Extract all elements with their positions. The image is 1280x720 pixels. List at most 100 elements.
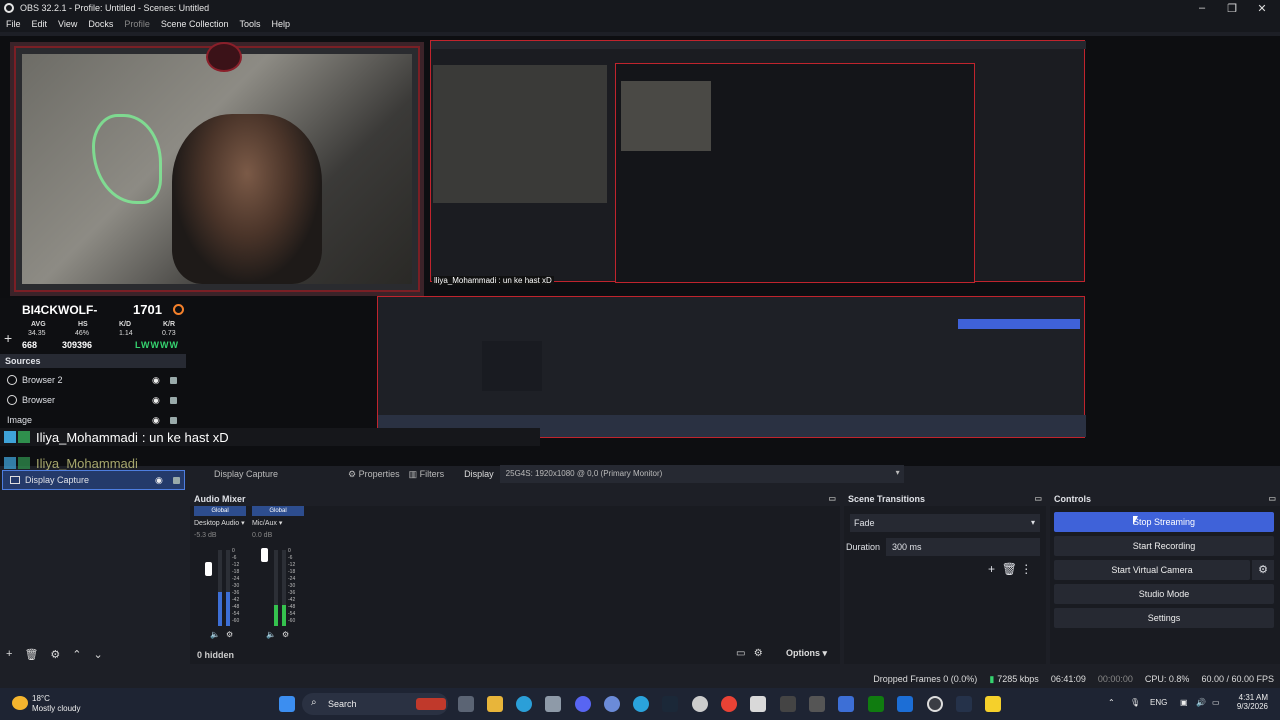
stop-streaming-button[interactable]: Stop Streaming: [1054, 512, 1274, 532]
obs-icon[interactable]: [927, 696, 943, 712]
app-icon-4[interactable]: [809, 696, 825, 712]
speaker-icon[interactable]: 🔈: [210, 630, 220, 639]
source-item-display-capture[interactable]: Display Capture ◉: [2, 470, 185, 490]
app-icon-6[interactable]: [897, 696, 913, 712]
eye-icon[interactable]: ◉: [152, 415, 160, 426]
file-explorer-icon[interactable]: [487, 696, 503, 712]
chatgpt-icon[interactable]: [692, 696, 708, 712]
db-scale-tick: 0: [232, 548, 235, 554]
dock-icon[interactable]: ▭: [1034, 492, 1042, 506]
menu-help[interactable]: Help: [271, 19, 290, 29]
menu-scene-collection[interactable]: Scene Collection: [161, 19, 229, 29]
eye-icon[interactable]: ◉: [152, 395, 160, 406]
steam-icon-2[interactable]: [956, 696, 972, 712]
app-icon-5[interactable]: [838, 696, 854, 712]
add-transition-icon[interactable]: +: [988, 562, 995, 576]
volume-slider[interactable]: [205, 562, 212, 576]
channel-name-label: Mic/Aux: [252, 520, 277, 527]
db-scale-tick: -30: [288, 583, 296, 589]
app-icon-2[interactable]: [750, 696, 766, 712]
windows-start-icon[interactable]: [279, 696, 295, 712]
maximize-icon[interactable]: ❐: [1216, 0, 1248, 16]
elo-value: 1701: [133, 302, 162, 317]
dock-icon[interactable]: ▭: [828, 492, 836, 506]
source-item-browser[interactable]: Browser ◉: [0, 390, 186, 410]
edge-icon[interactable]: [516, 696, 532, 712]
fps: 60.00 / 60.00 FPS: [1201, 674, 1274, 684]
network-icon[interactable]: ▣: [1180, 698, 1188, 707]
chat-badge-icon: [4, 457, 16, 469]
dock-icon[interactable]: ▭: [1268, 492, 1276, 506]
menu-docks[interactable]: Docks: [88, 19, 113, 29]
trash-icon[interactable]: 🗑: [24, 648, 38, 661]
db-scale-tick: -30: [232, 583, 240, 589]
volume-slider[interactable]: [261, 548, 268, 562]
gear-icon[interactable]: ⚙: [1252, 560, 1274, 580]
app-icon-3[interactable]: [780, 696, 796, 712]
store-icon[interactable]: [545, 696, 561, 712]
nested-titlebar: [431, 41, 1086, 49]
duration-input[interactable]: 300 ms: [886, 538, 1040, 556]
volume-icon[interactable]: 🔊: [1196, 698, 1206, 707]
telegram-icon[interactable]: [633, 696, 649, 712]
app-icon[interactable]: [604, 696, 620, 712]
gear-icon[interactable]: ⚙: [226, 630, 233, 639]
mixer-tools: ▭ ⚙: [736, 648, 763, 659]
eye-icon[interactable]: ◉: [152, 375, 160, 386]
start-virtual-camera-button[interactable]: Start Virtual Camera: [1054, 560, 1250, 580]
language[interactable]: ENG: [1150, 698, 1167, 707]
lock-icon[interactable]: [173, 476, 180, 484]
display-select[interactable]: 25G4S: 1920x1080 @ 0,0 (Primary Monitor)…: [499, 465, 904, 483]
mic-icon[interactable]: 🎙: [1130, 698, 1140, 707]
task-view-icon[interactable]: [458, 696, 474, 712]
source-item-browser-2[interactable]: Browser 2 ◉: [0, 370, 186, 390]
properties-button[interactable]: ⚙ Properties: [348, 469, 400, 480]
add-source-icon[interactable]: +: [6, 648, 12, 660]
transition-value: Fade: [854, 518, 875, 528]
gear-icon[interactable]: ⚙: [50, 648, 60, 661]
speaker-icon[interactable]: 🔈: [266, 630, 276, 639]
chrome-icon[interactable]: [721, 696, 737, 712]
move-up-icon[interactable]: ⌃: [72, 648, 81, 661]
settings-icon[interactable]: ⚙: [754, 648, 763, 659]
db-scale-tick: -60: [232, 618, 240, 624]
channel-name[interactable]: Mic/Aux ▾: [252, 519, 304, 527]
options-button[interactable]: Options ▾: [786, 648, 827, 659]
stat-header-kr: K/R: [163, 321, 176, 328]
menu-edit[interactable]: Edit: [32, 19, 48, 29]
start-recording-button[interactable]: Start Recording: [1054, 536, 1274, 556]
source-item-image[interactable]: Image ◉: [0, 410, 186, 430]
filters-button[interactable]: ▥ Filters: [409, 469, 445, 480]
menu-view[interactable]: View: [58, 19, 77, 29]
taskbar-clock[interactable]: 4:31 AM 9/3/2026: [1228, 693, 1268, 711]
menu-file[interactable]: File: [6, 19, 21, 29]
lock-icon[interactable]: [170, 376, 177, 384]
add-scene-icon[interactable]: +: [4, 330, 12, 346]
app-icon-7[interactable]: [985, 696, 1001, 712]
channel-name[interactable]: Desktop Audio ▾: [194, 519, 246, 527]
battery-icon[interactable]: ▭: [1212, 698, 1220, 707]
menu-tools[interactable]: Tools: [239, 19, 260, 29]
volume-meter: [282, 550, 286, 626]
trash-icon[interactable]: 🗑: [1002, 562, 1017, 576]
taskbar: 18°C Mostly cloudy ⌕ Search ⌃ 🎙 ENG ▣ 🔊 …: [0, 688, 1280, 720]
xbox-icon[interactable]: [868, 696, 884, 712]
stat-header-hs: HS: [78, 321, 88, 328]
steam-icon[interactable]: [662, 696, 678, 712]
gear-icon[interactable]: ⚙: [282, 630, 289, 639]
move-down-icon[interactable]: ⌄: [94, 648, 103, 661]
layout-icon[interactable]: ▭: [736, 648, 745, 659]
eye-icon[interactable]: ◉: [155, 475, 163, 486]
global-badge: Global: [194, 506, 246, 516]
lock-icon[interactable]: [170, 396, 177, 404]
lock-icon[interactable]: [170, 416, 177, 424]
menu-profile[interactable]: Profile: [124, 19, 150, 29]
transition-select[interactable]: Fade ▾: [850, 514, 1040, 532]
chevron-up-icon[interactable]: ⌃: [1108, 698, 1115, 707]
discord-icon[interactable]: [575, 696, 591, 712]
more-icon[interactable]: ⋮: [1020, 562, 1032, 576]
settings-button[interactable]: Settings: [1054, 608, 1274, 628]
close-icon[interactable]: ✕: [1246, 0, 1278, 16]
minimize-icon[interactable]: –: [1186, 0, 1218, 16]
studio-mode-button[interactable]: Studio Mode: [1054, 584, 1274, 604]
